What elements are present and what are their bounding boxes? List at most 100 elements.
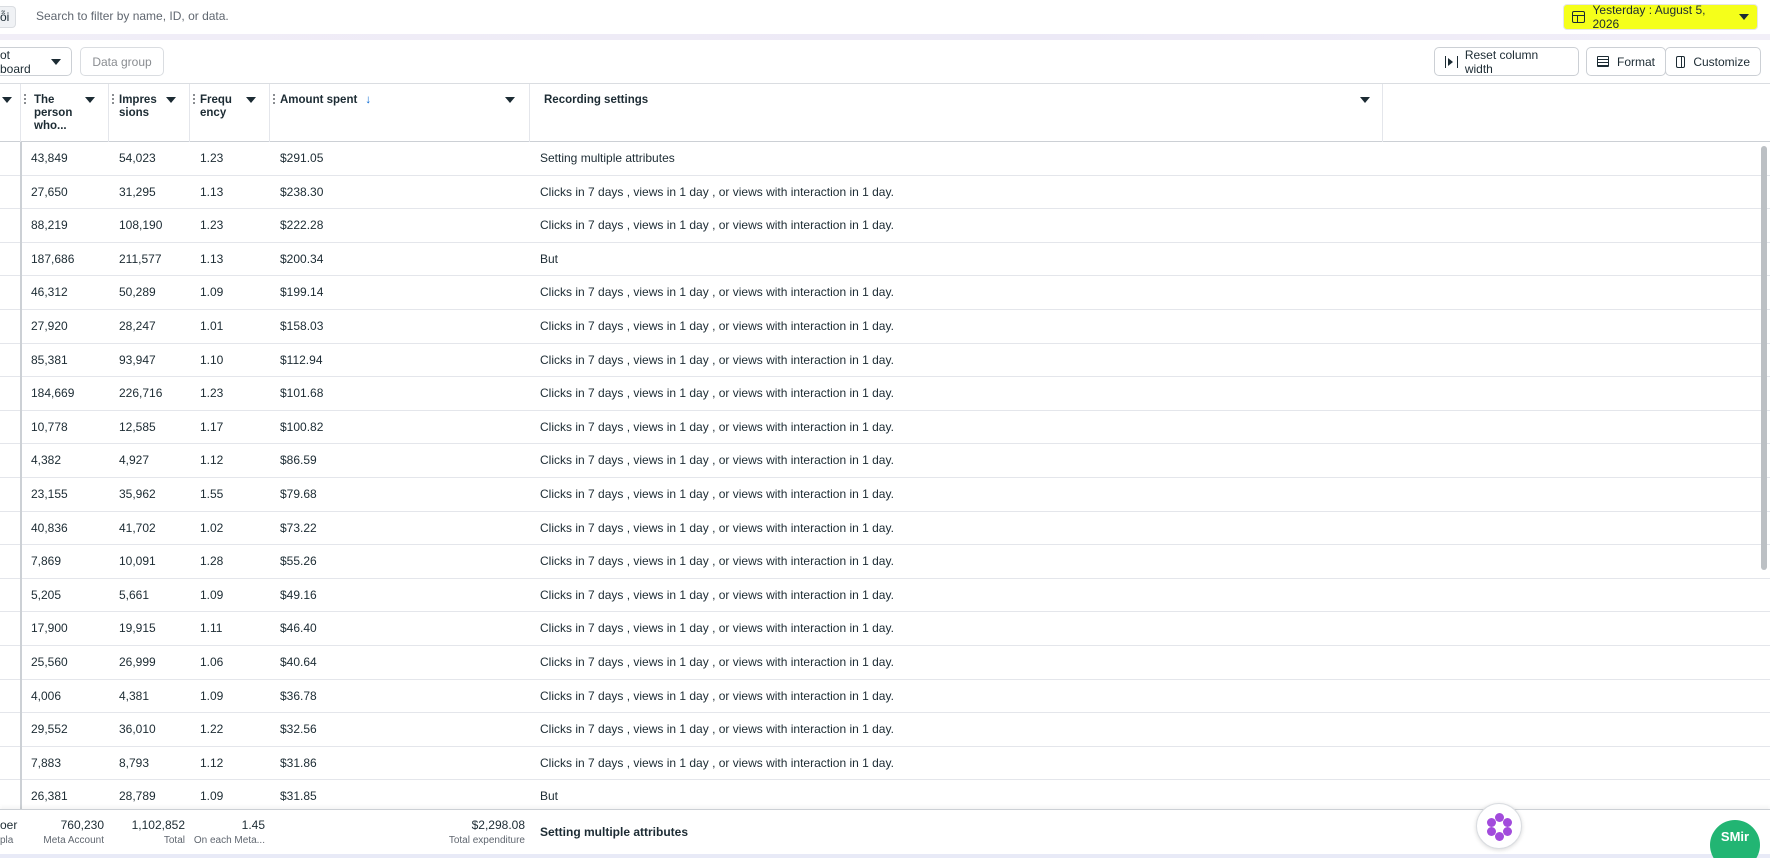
cell-impressions: 4,927: [119, 453, 150, 468]
table-row[interactable]: 43,849 54,023 1.23 $291.05 Setting multiple …: [0, 142, 1770, 176]
chevron-down-icon[interactable]: [2, 97, 12, 103]
table-row[interactable]: 29,552 36,010 1.22 $32.56 Clicks in 7 days ,…: [0, 713, 1770, 747]
column-header-cut[interactable]: [0, 84, 21, 142]
reset-column-width-label: Reset column width: [1464, 47, 1539, 76]
filter-chip[interactable]: ỗi: [0, 6, 17, 28]
cell-impressions: 226,716: [119, 386, 163, 401]
cell-setting: Clicks in 7 days , views in 1 day , or v…: [540, 352, 894, 367]
cell-setting: Clicks in 7 days , views in 1 day , or v…: [540, 722, 894, 737]
cell-amount: $32.56: [280, 722, 317, 737]
cell-amount: $222.28: [280, 218, 324, 233]
table-row[interactable]: 85,381 93,947 1.10 $112.94 Clicks in 7 days …: [0, 344, 1770, 378]
format-label: Format: [1616, 54, 1655, 69]
table-row[interactable]: 10,778 12,585 1.17 $100.82 Clicks in 7 days …: [0, 411, 1770, 445]
table-row[interactable]: 4,006 4,381 1.09 $36.78 Clicks in 7 days , v…: [0, 680, 1770, 714]
cell-frequency: 1.55: [200, 486, 224, 501]
table-row[interactable]: 27,650 31,295 1.13 $238.30 Clicks in 7 days …: [0, 176, 1770, 210]
cell-amount: $55.26: [280, 554, 317, 569]
cell-frequency: 1.12: [200, 755, 224, 770]
cell-amount: $238.30: [280, 184, 324, 199]
chevron-down-icon[interactable]: [166, 97, 176, 103]
table-row[interactable]: 7,883 8,793 1.12 $31.86 Clicks in 7 days , v…: [0, 747, 1770, 781]
cell-amount: $46.40: [280, 621, 317, 636]
drag-handle-icon[interactable]: [24, 94, 26, 104]
column-header-amount-spent[interactable]: Amount spent ↓: [270, 84, 530, 142]
arrow-down-icon[interactable]: ↓: [365, 94, 371, 107]
cell-frequency: 1.13: [200, 251, 224, 266]
total-amount-value: $2,298.08: [471, 818, 525, 832]
date-range-button[interactable]: Yesterday : August 5, 2026: [1563, 3, 1758, 31]
search-bar: ỗi Search to filter by name, ID, or data…: [0, 0, 1770, 34]
cell-people: 184,669: [31, 386, 75, 401]
table-row[interactable]: 184,669 226,716 1.23 $101.68 Clicks in 7 day…: [0, 377, 1770, 411]
drag-handle-icon[interactable]: [193, 94, 195, 104]
cell-setting: Clicks in 7 days , views in 1 day , or v…: [540, 318, 894, 333]
table-row[interactable]: 27,920 28,247 1.01 $158.03 Clicks in 7 days …: [0, 310, 1770, 344]
column-divider: [20, 142, 22, 809]
cell-impressions: 50,289: [119, 285, 156, 300]
cell-frequency: 1.11: [200, 621, 223, 636]
format-button[interactable]: Format: [1586, 47, 1666, 76]
cell-impressions: 12,585: [119, 419, 156, 434]
total-people-label: Meta Account: [43, 835, 104, 846]
cell-setting: But: [540, 789, 559, 804]
cell-impressions: 54,023: [119, 151, 156, 165]
cell-people: 25,560: [31, 654, 68, 669]
cell-frequency: 1.09: [200, 688, 224, 703]
column-resize-icon: [1445, 55, 1458, 68]
cell-people: 4,006: [31, 688, 62, 703]
cell-frequency: 1.01: [200, 318, 224, 333]
table-header: The person who... Impres sions Frequ enc…: [0, 83, 1770, 142]
cell-people: 7,883: [31, 755, 62, 770]
vertical-scrollbar[interactable]: [1761, 146, 1767, 570]
flower-icon[interactable]: [1476, 803, 1522, 849]
cell-people: 7,869: [31, 554, 62, 569]
column-header-recording-settings[interactable]: Recording settings: [530, 84, 1383, 142]
table-row[interactable]: 88,219 108,190 1.23 $222.28 Clicks in 7 days…: [0, 209, 1770, 243]
cell-people: 27,920: [31, 318, 68, 333]
cell-people: 10,778: [31, 419, 68, 434]
board-dropdown-label: ot board: [0, 47, 31, 76]
cell-setting: Clicks in 7 days , views in 1 day , or v…: [540, 688, 894, 703]
cell-amount: $31.86: [280, 755, 317, 770]
cell-amount: $100.82: [280, 419, 324, 434]
column-header-frequency[interactable]: Frequ ency: [190, 84, 270, 142]
chevron-down-icon: [51, 58, 61, 65]
cell-amount: $101.68: [280, 386, 324, 401]
table-row[interactable]: 25,560 26,999 1.06 $40.64 Clicks in 7 days ,…: [0, 646, 1770, 680]
cell-setting: Clicks in 7 days , views in 1 day , or v…: [540, 755, 894, 770]
table-row[interactable]: 4,382 4,927 1.12 $86.59 Clicks in 7 days , v…: [0, 444, 1770, 478]
total-people-value: 760,230: [60, 818, 104, 832]
table-row[interactable]: 23,155 35,962 1.55 $79.68 Clicks in 7 days ,…: [0, 478, 1770, 512]
cell-setting: Setting multiple attributes: [540, 151, 675, 165]
search-input[interactable]: Search to filter by name, ID, or data.: [36, 9, 229, 23]
table-row[interactable]: 46,312 50,289 1.09 $199.14 Clicks in 7 days …: [0, 276, 1770, 310]
cell-setting: Clicks in 7 days , views in 1 day , or v…: [540, 184, 894, 199]
total-frequency-value: 1.45: [241, 818, 265, 832]
board-dropdown[interactable]: ot board: [0, 47, 72, 76]
data-group-label: Data group: [92, 54, 152, 69]
table-row[interactable]: 17,900 19,915 1.11 $46.40 Clicks in 7 days ,…: [0, 612, 1770, 646]
drag-handle-icon[interactable]: [112, 94, 114, 104]
reset-column-width-button[interactable]: Reset column width: [1434, 47, 1579, 76]
chevron-down-icon[interactable]: [85, 97, 95, 103]
cell-amount: $79.68: [280, 486, 317, 501]
column-header-people[interactable]: The person who...: [21, 84, 109, 142]
cell-people: 40,836: [31, 520, 68, 535]
table-row[interactable]: 40,836 41,702 1.02 $73.22 Clicks in 7 days ,…: [0, 512, 1770, 546]
chevron-down-icon[interactable]: [246, 97, 256, 103]
chevron-down-icon[interactable]: [1360, 97, 1370, 103]
data-group-button[interactable]: Data group: [80, 47, 164, 76]
cell-people: 4,382: [31, 453, 62, 468]
table-row[interactable]: 5,205 5,661 1.09 $49.16 Clicks in 7 days , v…: [0, 579, 1770, 613]
chevron-down-icon: [1739, 14, 1749, 20]
chevron-down-icon[interactable]: [505, 97, 515, 103]
drag-handle-icon[interactable]: [273, 94, 275, 104]
table-row[interactable]: 7,869 10,091 1.28 $55.26 Clicks in 7 days , …: [0, 545, 1770, 579]
cell-people: 5,205: [31, 587, 62, 602]
table-row[interactable]: 187,686 211,577 1.13 $200.34 But: [0, 243, 1770, 277]
total-impressions-label: Total: [163, 835, 185, 846]
cell-setting: Clicks in 7 days , views in 1 day , or v…: [540, 486, 894, 501]
column-header-impressions[interactable]: Impres sions: [109, 84, 190, 142]
customize-button[interactable]: Customize: [1665, 47, 1761, 76]
